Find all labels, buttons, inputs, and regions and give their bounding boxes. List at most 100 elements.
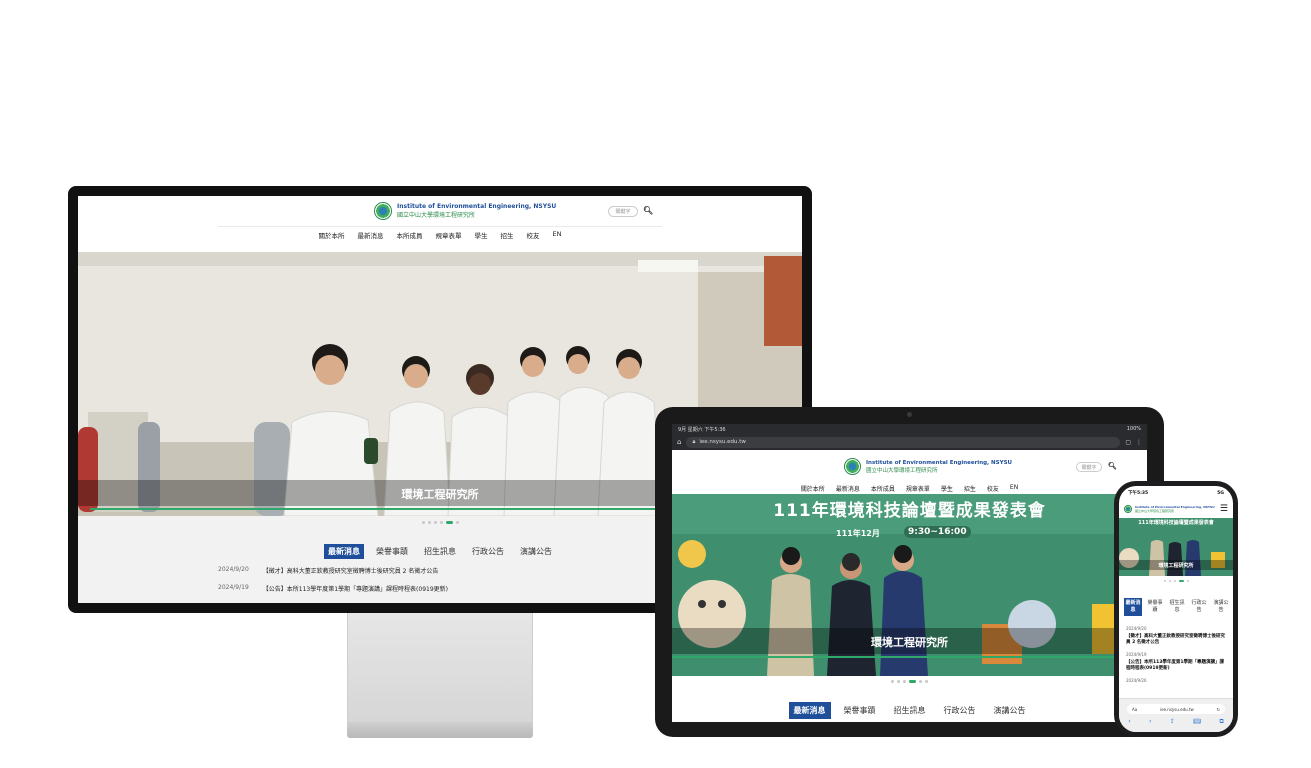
news-item[interactable]: 2024/9/19 【公告】本所113學年度第1學期「專題演講」課程時程表(09… <box>218 584 448 593</box>
monitor-stand <box>347 613 533 723</box>
slider-dot[interactable] <box>439 521 443 524</box>
tab-latest-news[interactable]: 最新消息 <box>324 544 364 559</box>
slider-dot[interactable] <box>891 680 894 683</box>
site-name-en: Institute of Environmental Engineering, … <box>397 203 557 210</box>
slider-dot[interactable] <box>1173 580 1176 582</box>
forward-icon[interactable]: › <box>1149 718 1151 726</box>
tab-honors[interactable]: 榮譽事蹟 <box>372 544 412 559</box>
main-nav: 關於本所 最新消息 本所成員 規章表單 學生 招生 校友 EN <box>78 230 802 240</box>
share-icon[interactable]: ⇪ <box>1170 718 1175 726</box>
tab-lectures[interactable]: 演講公告 <box>989 702 1031 719</box>
reload-icon[interactable]: ↻ <box>1217 707 1220 712</box>
site-logo[interactable]: Institute of Environmental Engineering, … <box>844 458 1012 475</box>
tab-lectures[interactable]: 演講公告 <box>516 544 556 559</box>
news-tabs: 最新消息 榮譽事蹟 招生訊息 行政公告 演講公告 <box>672 702 1147 719</box>
tab-admissions[interactable]: 招生訊息 <box>420 544 460 559</box>
slider-dot-active[interactable] <box>445 521 453 524</box>
site-name-zh: 國立中山大學環境工程研究所 <box>866 467 938 474</box>
slider-dot-active[interactable] <box>909 680 916 683</box>
phone-device: 下午5:35 5G Institute of Environmental Eng… <box>1114 481 1238 737</box>
slider-dot[interactable] <box>427 521 431 524</box>
slider-pagination <box>1119 580 1233 582</box>
nav-item-english[interactable]: EN <box>1010 484 1018 493</box>
nav-item-admission[interactable]: 招生 <box>964 484 976 493</box>
tab-lectures[interactable]: 演講公告 <box>1212 598 1230 616</box>
nav-item-admission[interactable]: 招生 <box>501 230 514 240</box>
nav-item-alumni[interactable]: 校友 <box>527 230 540 240</box>
search-input[interactable]: 關鍵字 <box>608 206 638 217</box>
reader-mode-button[interactable]: Aa <box>1132 707 1137 712</box>
tab-honors[interactable]: 榮譽事蹟 <box>839 702 881 719</box>
nav-item-about[interactable]: 關於本所 <box>801 484 825 493</box>
slider-dot[interactable] <box>421 521 425 524</box>
slider-dot[interactable] <box>433 521 437 524</box>
back-icon[interactable]: ‹ <box>1128 718 1130 726</box>
search-icon[interactable]: 🔍︎ <box>643 206 653 215</box>
tab-administration[interactable]: 行政公告 <box>1190 598 1208 616</box>
slider-dot[interactable] <box>897 680 900 683</box>
tab-administration[interactable]: 行政公告 <box>939 702 981 719</box>
nav-item-members[interactable]: 本所成員 <box>397 230 423 240</box>
home-icon[interactable]: ⌂ <box>677 438 681 446</box>
tabs-icon[interactable]: ⧉ <box>1219 718 1223 726</box>
tab-admissions[interactable]: 招生訊息 <box>1168 598 1186 616</box>
slider-dot[interactable] <box>903 680 906 683</box>
slider-dot-active[interactable] <box>1178 580 1184 582</box>
news-title[interactable]: 【公告】本所113學年度第1學期「專題演講」課程時程表(0919更新) <box>263 584 448 593</box>
hero-caption: 環境工程研究所 <box>871 636 948 649</box>
phone-browser-bar: Aa iee.nsysu.edu.tw ↻ ‹ › ⇪ 📖︎ ⧉ <box>1119 698 1233 732</box>
tablet-url-text: iee.nsysu.edu.tw <box>699 439 746 445</box>
search-input[interactable]: 關鍵字 <box>1076 462 1102 472</box>
site-name-zh: 國立中山大學環境工程研究所 <box>397 212 476 219</box>
nav-item-students[interactable]: 學生 <box>475 230 488 240</box>
news-item[interactable]: 2024/9/20 【徵才】高科大董正欽教授研究室徵聘博士後研究員 2 名徵才公… <box>218 566 448 575</box>
hero-slider[interactable]: 111年環境科技論壇暨成果發表會 環境工程研究所 <box>1119 518 1233 576</box>
nav-item-members[interactable]: 本所成員 <box>871 484 895 493</box>
menu-icon[interactable]: ☰ <box>1220 504 1228 514</box>
institute-logo-icon <box>374 202 392 220</box>
phone-url-text: iee.nsysu.edu.tw <box>1160 706 1194 712</box>
slider-dot[interactable] <box>925 680 928 683</box>
news-title[interactable]: 【公告】本所113學年度第1學期「專題演講」課程時程表(0919更新) <box>1126 660 1228 672</box>
phone-address-bar[interactable]: Aa iee.nsysu.edu.tw ↻ <box>1127 704 1225 714</box>
news-date: 2024/9/19 <box>218 584 249 591</box>
slider-dot[interactable] <box>1168 580 1171 582</box>
nav-item-forms[interactable]: 規章表單 <box>436 230 462 240</box>
tab-latest-news[interactable]: 最新消息 <box>788 702 831 719</box>
tab-latest-news[interactable]: 最新消息 <box>1124 598 1142 616</box>
search-icon[interactable]: 🔍︎ <box>1108 462 1117 470</box>
nav-item-english[interactable]: EN <box>553 230 562 240</box>
tab-honors[interactable]: 榮譽事蹟 <box>1146 598 1164 616</box>
nav-item-forms[interactable]: 規章表單 <box>906 484 930 493</box>
nav-item-alumni[interactable]: 校友 <box>987 484 999 493</box>
slider-dot[interactable] <box>455 521 459 524</box>
tab-administration[interactable]: 行政公告 <box>468 544 508 559</box>
nav-item-news[interactable]: 最新消息 <box>836 484 860 493</box>
main-nav: 關於本所 最新消息 本所成員 規章表單 學生 招生 校友 EN <box>672 484 1147 493</box>
nav-item-students[interactable]: 學生 <box>941 484 953 493</box>
slider-dot[interactable] <box>1186 580 1189 582</box>
site-header: Institute of Environmental Engineering, … <box>78 196 802 252</box>
news-tabs: 最新消息 榮譽事蹟 招生訊息 行政公告 演講公告 <box>1124 598 1230 616</box>
site-logo[interactable]: Institute of Environmental Engineering, … <box>1124 505 1215 513</box>
phone-status-time: 下午5:35 <box>1128 491 1149 496</box>
site-header: Institute of Environmental Engineering, … <box>1119 500 1233 518</box>
hero-slider[interactable]: 111年環境科技論壇暨成果發表會 111年12月 9:30~16:00 環境工程… <box>672 494 1147 676</box>
news-title[interactable]: 【徵才】高科大董正欽教授研究室徵聘博士後研究員 2 名徵才公告 <box>263 566 439 575</box>
news-date: 2024/9/26 <box>1126 678 1147 683</box>
banner-title: 111年環境科技論壇暨成果發表會 <box>1138 520 1214 526</box>
site-logo[interactable]: Institute of Environmental Engineering, … <box>374 202 556 220</box>
slider-dot[interactable] <box>1163 580 1166 582</box>
lock-icon: 🔒︎ <box>692 438 696 445</box>
device-mockup-stage: Institute of Environmental Engineering, … <box>0 0 1311 768</box>
slider-dot[interactable] <box>919 680 922 683</box>
bookmarks-icon[interactable]: 📖︎ <box>1193 718 1201 726</box>
tablet-screen: 9月 星期六 下午5:36 100% ⌂ 🔒︎ iee.nsysu.edu.tw… <box>672 424 1147 722</box>
tab-admissions[interactable]: 招生訊息 <box>889 702 931 719</box>
more-menu-icon[interactable]: ⋮ <box>1136 439 1142 446</box>
nav-item-about[interactable]: 關於本所 <box>319 230 345 240</box>
nav-item-news[interactable]: 最新消息 <box>358 230 384 240</box>
tablet-address-bar[interactable]: 🔒︎ iee.nsysu.edu.tw <box>686 436 1121 448</box>
news-title[interactable]: 【徵才】高科大董正欽教授研究室徵聘博士後研究員 2 名徵才公告 <box>1126 634 1228 646</box>
tabs-icon[interactable]: ▢ <box>1125 439 1131 446</box>
